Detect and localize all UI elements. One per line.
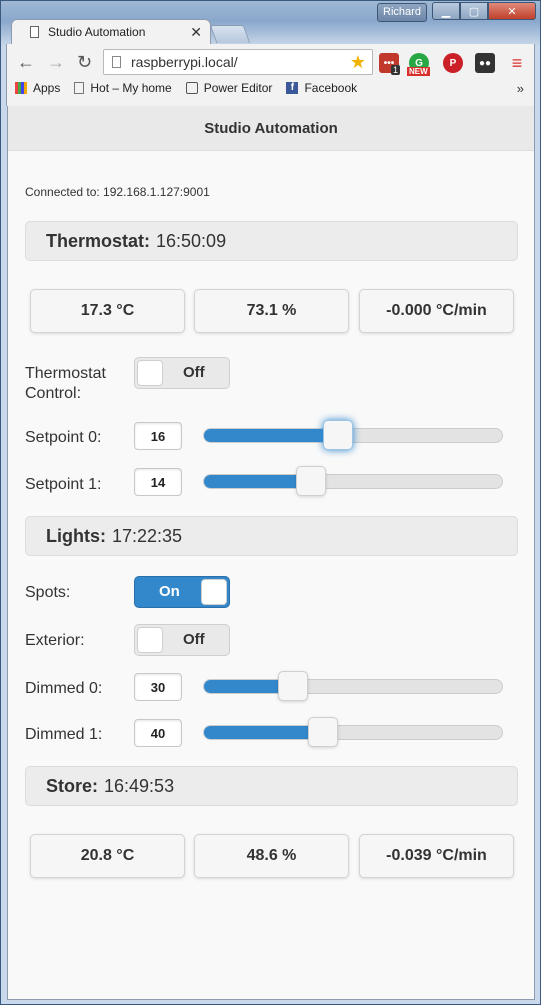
setpoint-1-slider-handle[interactable] bbox=[296, 466, 326, 496]
tab-title: Studio Automation bbox=[48, 25, 146, 39]
forward-icon[interactable]: → bbox=[47, 52, 65, 73]
address-bar[interactable]: raspberrypi.local/ ★ bbox=[103, 49, 373, 75]
browser-tab[interactable]: Studio Automation ✕ bbox=[11, 19, 211, 44]
bookmark-hot-my-home[interactable]: Hot – My home bbox=[74, 81, 172, 95]
dimmed-0-input[interactable]: 30 bbox=[134, 673, 182, 701]
temperature-rate-readout: -0.000 °C/min bbox=[359, 289, 514, 333]
label-line: Control: bbox=[25, 385, 82, 402]
setpoint-1-label: Setpoint 1: bbox=[25, 476, 102, 493]
toggle-state: Off bbox=[183, 364, 205, 381]
setpoint-0-slider-track[interactable] bbox=[203, 428, 503, 443]
store-temperature-readout: 20.8 °C bbox=[30, 834, 185, 878]
back-icon[interactable]: ← bbox=[17, 52, 35, 73]
store-humidity-readout: 48.6 % bbox=[194, 834, 349, 878]
spots-toggle[interactable]: On bbox=[134, 576, 230, 608]
window-titlebar: Richard ▁ ▢ ✕ Studio Automation ✕ bbox=[1, 1, 540, 44]
facebook-icon: f bbox=[286, 82, 299, 94]
dimmed-1-slider-track[interactable] bbox=[203, 725, 503, 740]
spots-label: Spots: bbox=[25, 584, 71, 601]
page-title: Studio Automation bbox=[8, 106, 534, 151]
label-line: Thermostat bbox=[25, 365, 106, 382]
minimize-icon: ▁ bbox=[441, 5, 451, 18]
browser-toolbar: ← → ↻ raspberrypi.local/ ★ ••• 1 G NEW P… bbox=[6, 44, 535, 106]
bookmark-label: Power Editor bbox=[203, 81, 273, 95]
menu-icon[interactable]: ≡ bbox=[507, 53, 527, 73]
dimmed-1-label: Dimmed 1: bbox=[25, 726, 103, 743]
tampermonkey-extension-icon[interactable]: ●● bbox=[475, 53, 495, 73]
temperature-readout: 17.3 °C bbox=[30, 289, 185, 333]
close-window-button[interactable]: ✕ bbox=[488, 2, 536, 20]
pinterest-extension-icon[interactable]: P bbox=[443, 53, 463, 73]
setpoint-0-slider-handle[interactable] bbox=[323, 420, 353, 450]
dimmed-0-label: Dimmed 0: bbox=[25, 680, 103, 697]
toggle-knob bbox=[137, 360, 163, 386]
bookmarks-more-icon[interactable]: » bbox=[517, 81, 524, 96]
page-icon bbox=[74, 82, 85, 94]
setpoint-1-slider-track[interactable] bbox=[203, 474, 503, 489]
section-time: 17:22:35 bbox=[112, 525, 183, 546]
new-badge: NEW bbox=[407, 67, 430, 76]
section-label: Lights: bbox=[46, 525, 106, 546]
bookmark-label: Hot – My home bbox=[90, 81, 172, 95]
section-time: 16:50:09 bbox=[156, 230, 227, 251]
extension-badge: 1 bbox=[391, 65, 401, 75]
url-text: raspberrypi.local/ bbox=[131, 54, 238, 70]
minimize-button[interactable]: ▁ bbox=[432, 2, 460, 20]
bookmark-star-icon[interactable]: ★ bbox=[350, 52, 366, 73]
bookmarks-bar: Apps Hot – My home Power Editor f Facebo… bbox=[15, 81, 371, 95]
slider-fill bbox=[204, 726, 324, 739]
reload-icon[interactable]: ↻ bbox=[77, 52, 92, 73]
humidity-readout: 73.1 % bbox=[194, 289, 349, 333]
thermostat-control-label: Thermostat Control: bbox=[25, 364, 106, 404]
web-page: Studio Automation Connected to: 192.168.… bbox=[7, 106, 535, 1000]
store-section-header: Store: 16:49:53 bbox=[25, 766, 518, 806]
maximize-icon: ▢ bbox=[468, 5, 480, 18]
setpoint-1-input[interactable]: 14 bbox=[134, 468, 182, 496]
bookmark-apps[interactable]: Apps bbox=[15, 81, 60, 95]
section-label: Thermostat: bbox=[46, 230, 151, 251]
dimmed-0-slider-handle[interactable] bbox=[278, 671, 308, 701]
exterior-label: Exterior: bbox=[25, 632, 85, 649]
bookmark-label: Apps bbox=[33, 81, 61, 95]
setpoint-0-input[interactable]: 16 bbox=[134, 422, 182, 450]
dimmed-1-input[interactable]: 40 bbox=[134, 719, 182, 747]
tab-close-icon[interactable]: ✕ bbox=[190, 24, 202, 41]
store-temperature-rate-readout: -0.039 °C/min bbox=[359, 834, 514, 878]
exterior-toggle[interactable]: Off bbox=[134, 624, 230, 656]
toggle-knob bbox=[201, 579, 227, 605]
close-icon: ✕ bbox=[507, 5, 517, 18]
slider-fill bbox=[204, 429, 339, 442]
maximize-button[interactable]: ▢ bbox=[460, 2, 488, 20]
toggle-knob bbox=[137, 627, 163, 653]
dimmed-1-slider-handle[interactable] bbox=[308, 717, 338, 747]
browser-window: Richard ▁ ▢ ✕ Studio Automation ✕ ← → ↻ … bbox=[0, 0, 541, 1005]
dimmed-0-slider-track[interactable] bbox=[203, 679, 503, 694]
thermostat-control-toggle[interactable]: Off bbox=[134, 357, 230, 389]
bookmark-label: Facebook bbox=[304, 81, 358, 95]
bookmark-facebook[interactable]: f Facebook bbox=[286, 81, 357, 95]
apps-grid-icon bbox=[15, 82, 27, 94]
new-tab-button[interactable] bbox=[209, 25, 251, 43]
power-editor-icon bbox=[185, 82, 198, 94]
toggle-state: On bbox=[159, 583, 180, 600]
profile-button[interactable]: Richard bbox=[377, 3, 427, 22]
section-time: 16:49:53 bbox=[104, 775, 175, 796]
setpoint-0-label: Setpoint 0: bbox=[25, 429, 102, 446]
section-label: Store: bbox=[46, 775, 99, 796]
thermostat-section-header: Thermostat: 16:50:09 bbox=[25, 221, 518, 261]
page-icon bbox=[30, 26, 39, 38]
connection-status: Connected to: 192.168.1.127:9001 bbox=[25, 185, 210, 199]
bookmark-power-editor[interactable]: Power Editor bbox=[185, 81, 273, 95]
lights-section-header: Lights: 17:22:35 bbox=[25, 516, 518, 556]
toggle-state: Off bbox=[183, 631, 205, 648]
page-info-icon bbox=[112, 56, 121, 68]
